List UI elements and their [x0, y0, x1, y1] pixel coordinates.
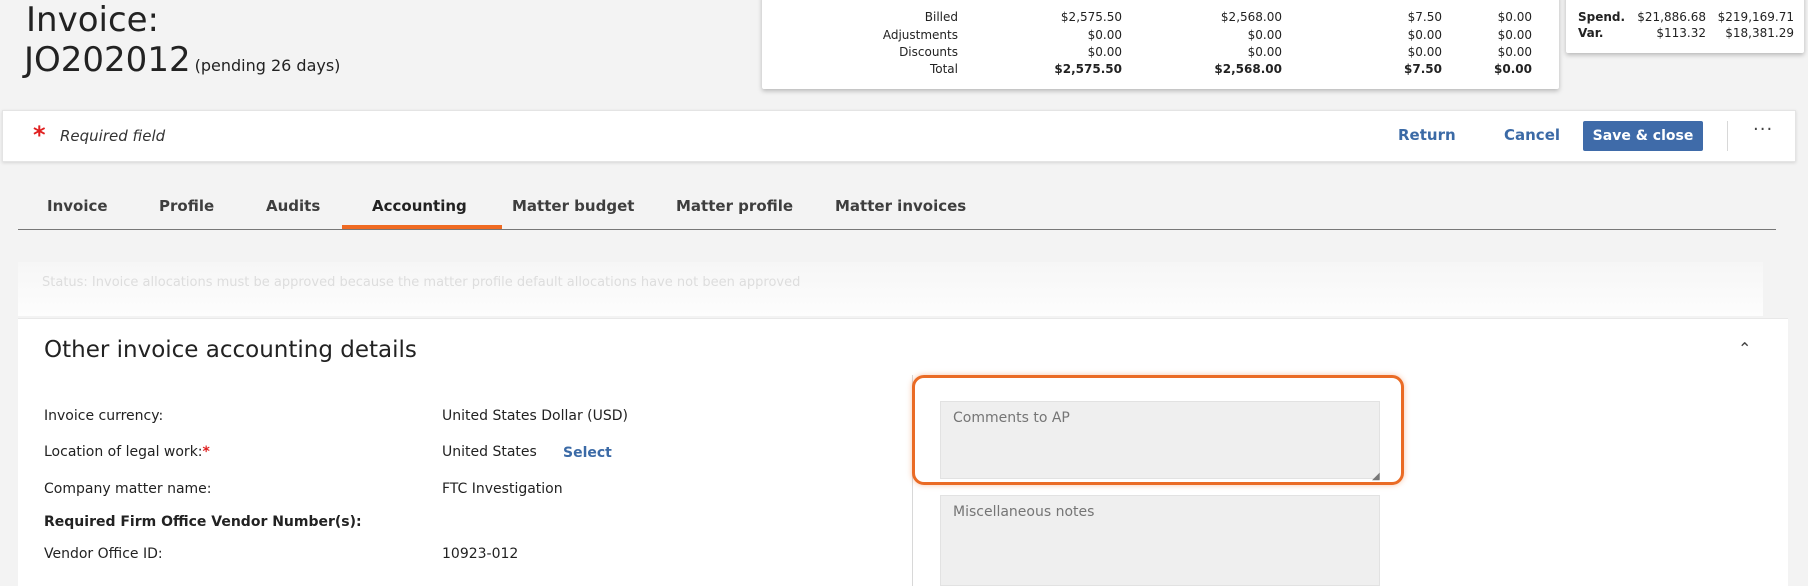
expenses-value: $0.00 — [1407, 45, 1442, 59]
resize-handle-icon[interactable]: ◢ — [1372, 471, 1380, 482]
tab-audits[interactable]: Audits — [266, 197, 320, 215]
tab-matter-invoices[interactable]: Matter invoices — [835, 197, 966, 215]
currency-label: Invoice currency: — [44, 408, 164, 424]
required-asterisk-icon: * — [202, 444, 210, 460]
budget-value: $18,381.29 — [1725, 26, 1794, 40]
divider — [1727, 121, 1728, 151]
return-button[interactable]: Return — [1398, 126, 1456, 144]
required-asterisk-icon: * — [33, 121, 46, 149]
fees-value: $2,568.00 — [1214, 62, 1282, 76]
tax-value: $0.00 — [1497, 10, 1532, 24]
tab-matter-profile[interactable]: Matter profile — [676, 197, 793, 215]
budget-value: $219,169.71 — [1717, 10, 1794, 24]
fees-value: $2,568.00 — [1220, 10, 1282, 24]
tab-bar: Invoice Profile Audits Accounting Matter… — [18, 186, 1776, 230]
total-value: $2,575.50 — [1060, 10, 1122, 24]
miscellaneous-notes-field[interactable] — [940, 495, 1380, 586]
budget-row-spend: Spend. $21,886.68 $219,169.71 — [1566, 10, 1804, 26]
totals-row-total: Total $2,575.50 $2,568.00 $7.50 $0.00 — [762, 62, 1559, 79]
vendor-office-id-label: Vendor Office ID: — [44, 546, 163, 562]
invoice-number: JO202012 (pending 26 days) — [24, 40, 340, 80]
location-label: Location of legal work:* — [44, 444, 210, 460]
page-title: Invoice: — [26, 0, 160, 40]
select-location-button[interactable]: Select — [563, 445, 612, 461]
matter-name-label: Company matter name: — [44, 481, 212, 497]
cancel-button[interactable]: Cancel — [1504, 126, 1560, 144]
totals-row-discounts: Discounts $0.00 $0.00 $0.00 $0.00 — [762, 45, 1559, 62]
allocation-status-bar: Status: Invoice allocations must be appr… — [18, 262, 1763, 316]
currency-value: United States Dollar (USD) — [442, 408, 628, 424]
totals-row-billed: Billed $2,575.50 $2,568.00 $7.50 $0.00 — [762, 10, 1559, 27]
fees-value: $0.00 — [1247, 45, 1282, 59]
tax-value: $0.00 — [1497, 45, 1532, 59]
accounting-details-section: Other invoice accounting details ⌃ Invoi… — [18, 318, 1788, 586]
tab-matter-budget[interactable]: Matter budget — [512, 197, 634, 215]
budget-value: $21,886.68 — [1637, 10, 1706, 24]
active-tab-indicator — [342, 225, 502, 229]
row-label: Discounts — [899, 45, 958, 59]
vendor-numbers-heading: Required Firm Office Vendor Number(s): — [44, 514, 362, 530]
location-label-text: Location of legal work: — [44, 444, 203, 460]
location-value: United States — [442, 444, 537, 460]
invoice-totals-card: Billed $2,575.50 $2,568.00 $7.50 $0.00 A… — [762, 0, 1559, 89]
total-value: $0.00 — [1087, 45, 1122, 59]
total-value: $2,575.50 — [1054, 62, 1122, 76]
action-bar: * Required field Return Cancel Save & cl… — [2, 110, 1796, 162]
budget-row-variance: Var. $113.32 $18,381.29 — [1566, 26, 1804, 42]
comments-to-ap-field[interactable] — [940, 401, 1380, 479]
chevron-up-icon[interactable]: ⌃ — [1738, 339, 1751, 358]
row-label: Var. — [1578, 26, 1604, 40]
fees-value: $0.00 — [1247, 28, 1282, 42]
status-message: Status: Invoice allocations must be appr… — [42, 275, 801, 290]
row-label: Spend. — [1578, 10, 1626, 24]
tab-accounting[interactable]: Accounting — [372, 197, 467, 215]
expenses-value: $7.50 — [1407, 10, 1442, 24]
expenses-value: $0.00 — [1407, 28, 1442, 42]
row-label: Total — [929, 62, 958, 76]
section-title: Other invoice accounting details — [44, 337, 417, 363]
column-divider — [912, 375, 913, 586]
invoice-number-text: JO202012 — [24, 40, 191, 80]
tab-invoice[interactable]: Invoice — [47, 197, 108, 215]
pending-days: (pending 26 days) — [194, 56, 341, 75]
budget-value: $113.32 — [1656, 26, 1706, 40]
tax-value: $0.00 — [1494, 62, 1532, 76]
row-label: Adjustments — [882, 28, 958, 42]
total-value: $0.00 — [1087, 28, 1122, 42]
vendor-office-id-value: 10923-012 — [442, 546, 519, 562]
matter-budget-card: Spend. $21,886.68 $219,169.71 Var. $113.… — [1566, 0, 1804, 53]
save-close-button[interactable]: Save & close — [1583, 121, 1703, 151]
totals-row-adjustments: Adjustments $0.00 $0.00 $0.00 $0.00 — [762, 28, 1559, 45]
tab-profile[interactable]: Profile — [159, 197, 214, 215]
expenses-value: $7.50 — [1404, 62, 1442, 76]
tax-value: $0.00 — [1497, 28, 1532, 42]
required-field-note: Required field — [60, 127, 166, 145]
more-options-icon[interactable]: ··· — [1753, 119, 1773, 140]
matter-name-value: FTC Investigation — [442, 481, 563, 497]
row-label: Billed — [924, 10, 958, 24]
